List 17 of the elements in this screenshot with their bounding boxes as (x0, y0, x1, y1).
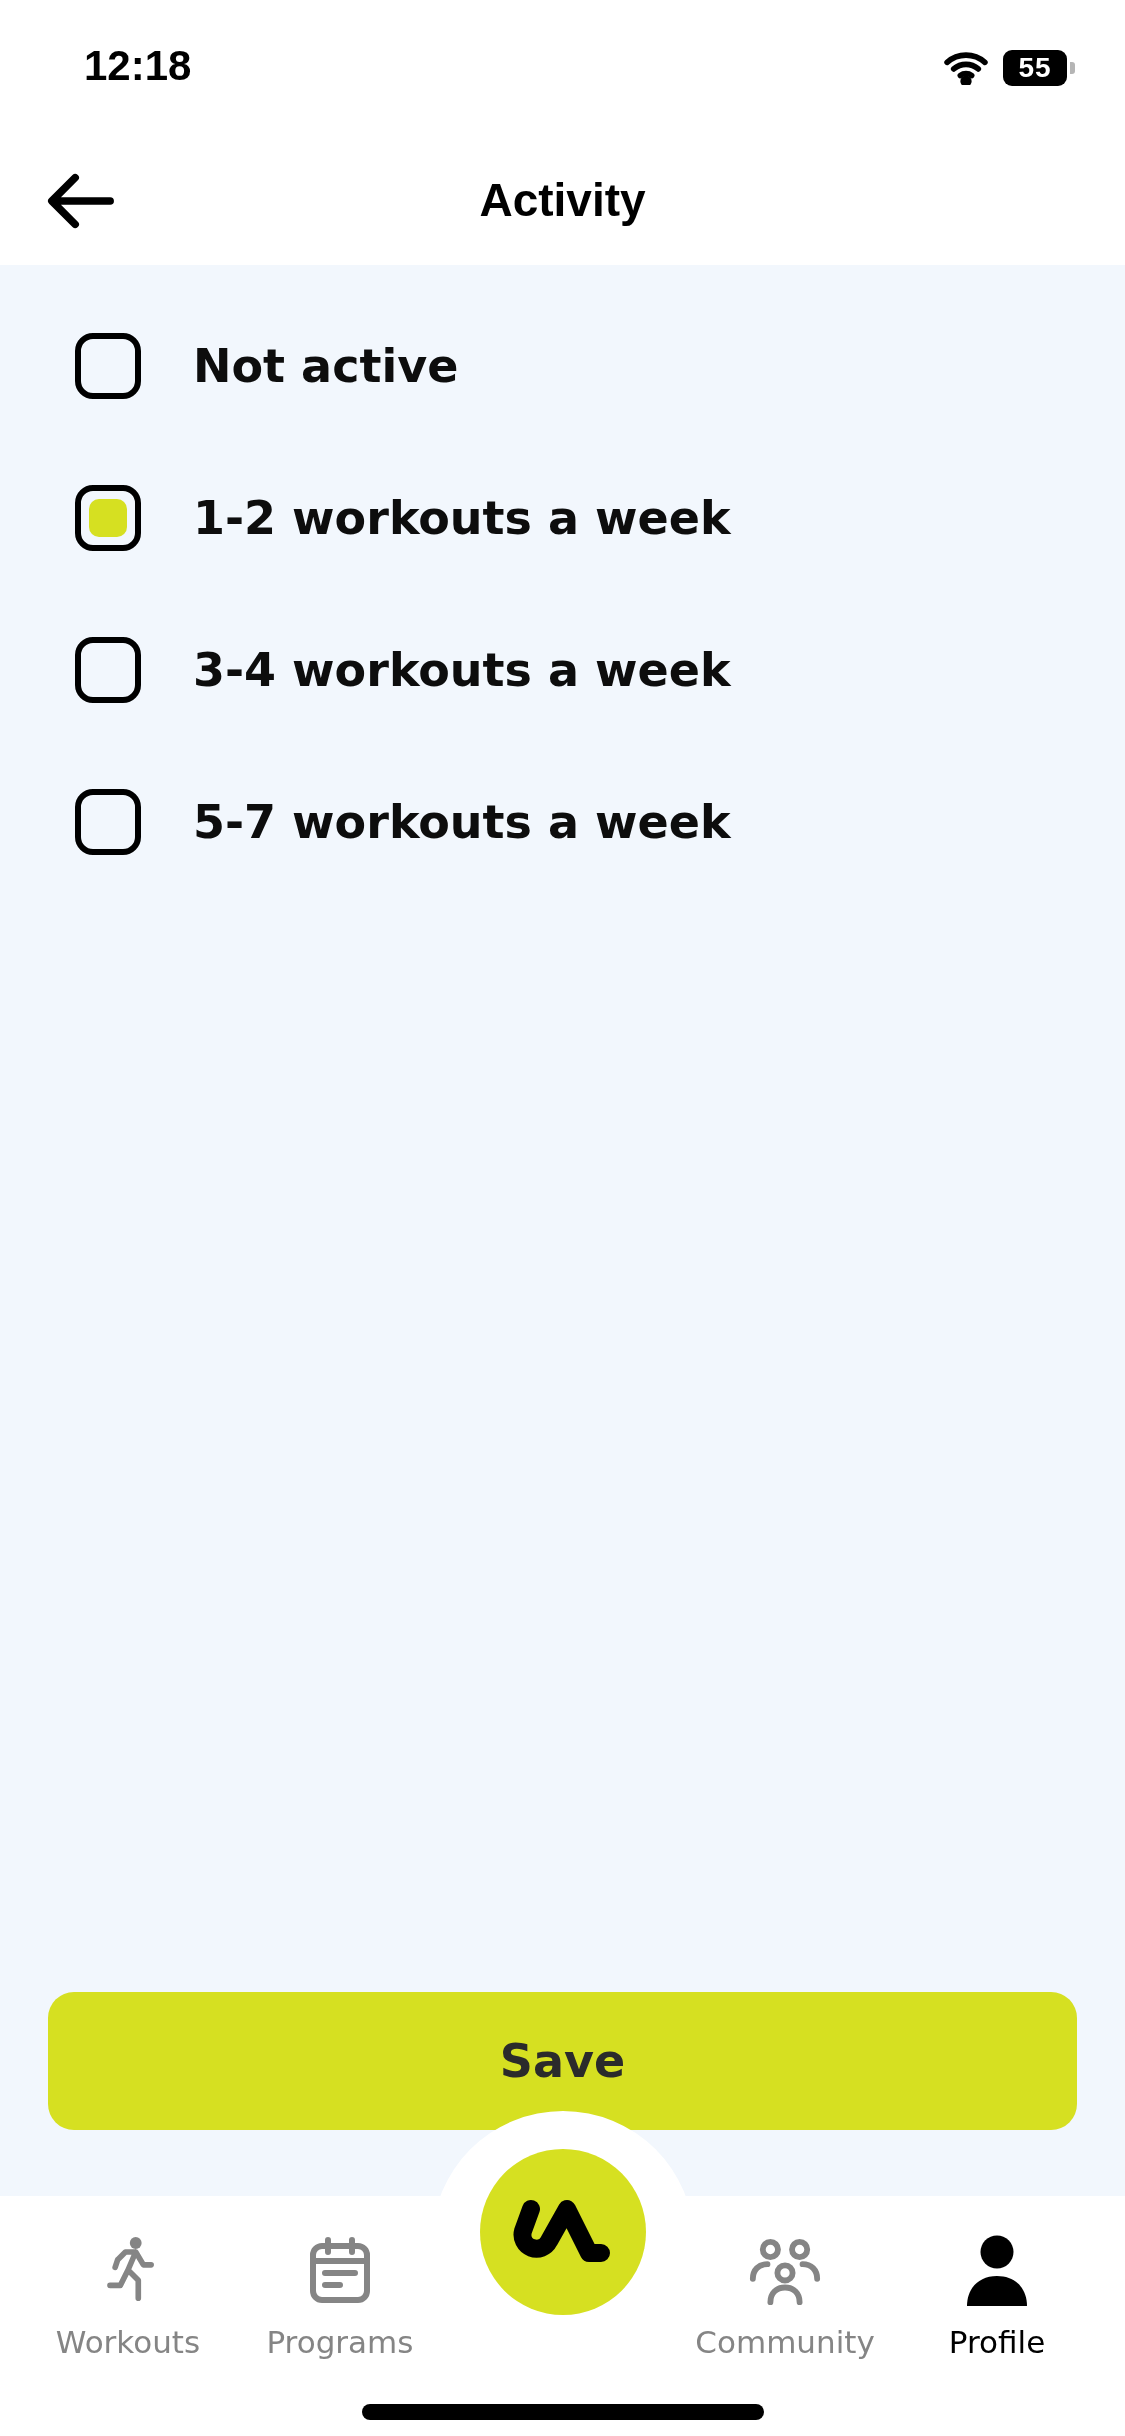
option-label: 1-2 workouts a week (193, 491, 731, 545)
checkbox[interactable] (75, 789, 141, 855)
option-label: Not active (193, 339, 459, 393)
tab-item[interactable]: Programs (233, 2196, 446, 2436)
person-icon (967, 2234, 1027, 2306)
checkbox[interactable] (75, 333, 141, 399)
save-button[interactable]: Save (48, 1992, 1077, 2130)
page-title: Activity (479, 173, 646, 227)
option-label: 3-4 workouts a week (193, 643, 731, 697)
tab-item[interactable]: Workouts (22, 2196, 234, 2436)
wifi-icon (943, 50, 989, 85)
checkbox[interactable] (75, 637, 141, 703)
checkbox[interactable] (75, 485, 141, 551)
option-label: 5-7 workouts a week (193, 795, 731, 849)
tab-item[interactable]: Community (679, 2196, 892, 2436)
status-time: 12:18 (84, 41, 192, 90)
tab-item[interactable]: Profile (891, 2196, 1103, 2436)
